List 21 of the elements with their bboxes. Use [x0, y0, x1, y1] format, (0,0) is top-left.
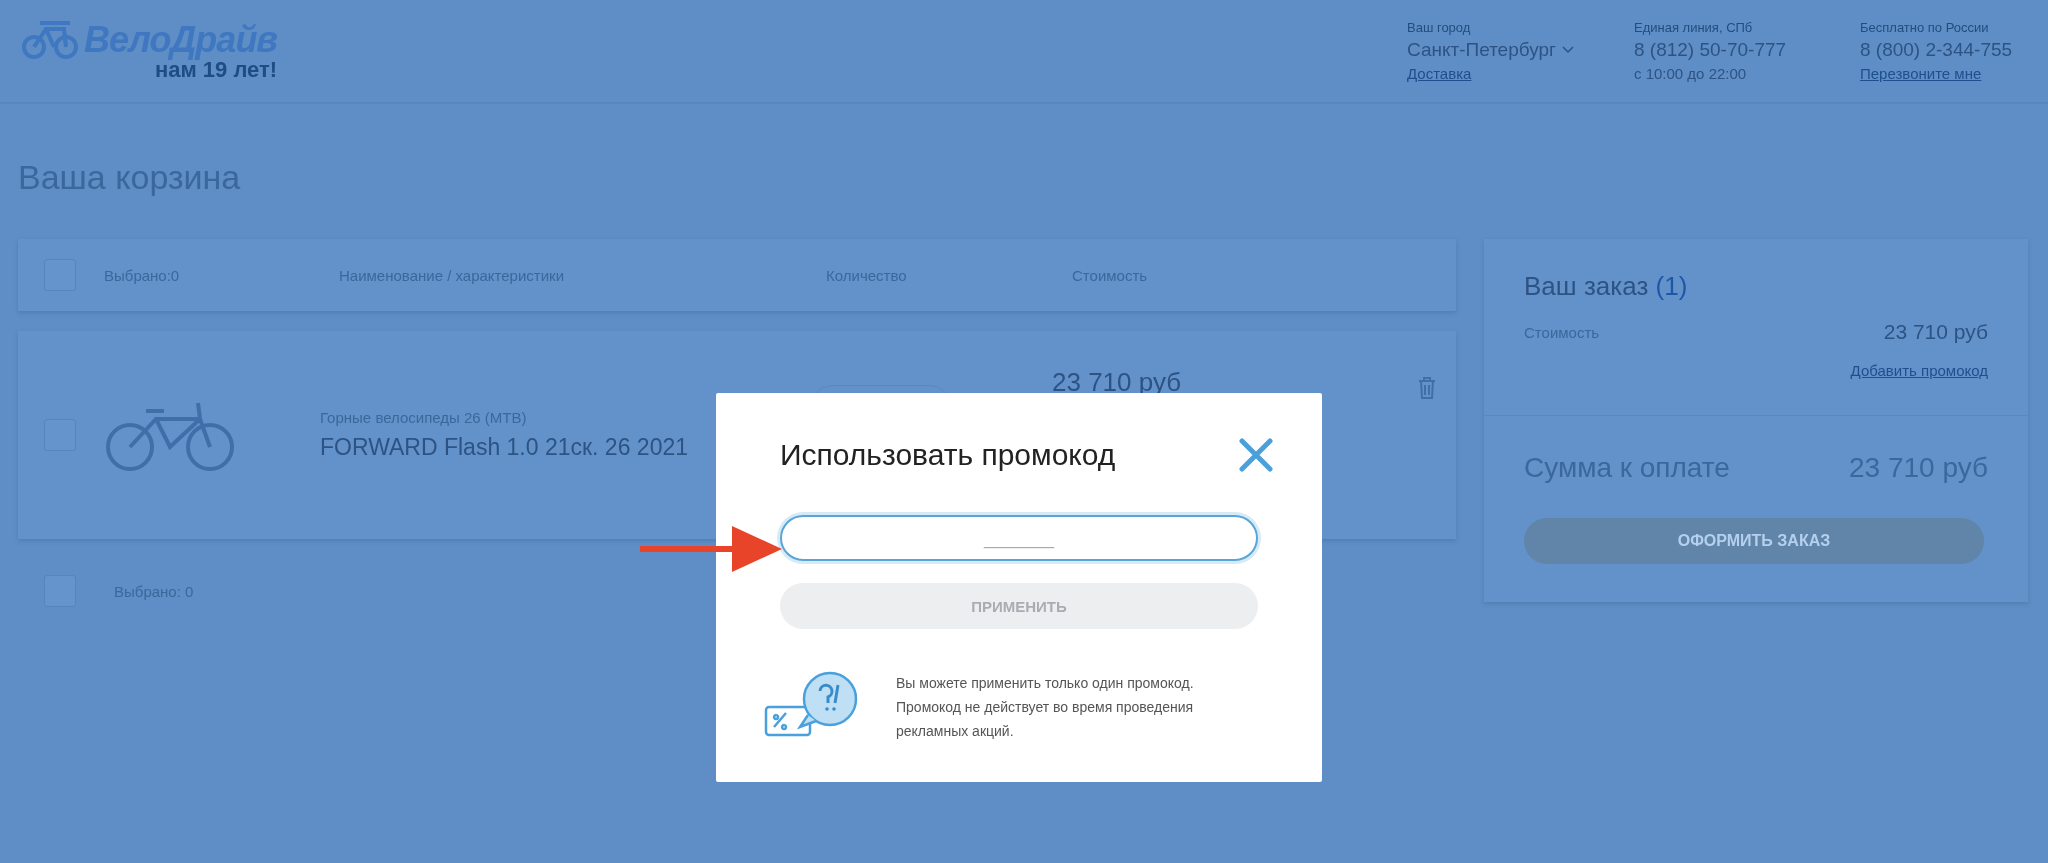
contact-label: Ваш город — [1407, 20, 1472, 35]
promo-code-field[interactable]: _______ — [780, 515, 1258, 561]
cost-value: 23 710 руб — [1883, 320, 1988, 344]
logo-tagline: нам 19 лет! — [154, 57, 278, 83]
add-promo-link[interactable]: Добавить промокод — [1850, 362, 1988, 379]
contact-label: Бесплатно по России — [1860, 20, 1990, 35]
hours-text: с 10:00 до 22:00 — [1634, 65, 1748, 82]
city-select[interactable]: Санкт-Петербург — [1407, 39, 1574, 61]
bicycle-logo-icon — [20, 21, 80, 59]
contact-link[interactable]: Перезвоните мне — [1860, 65, 2026, 82]
order-title: Ваш заказ (1) — [1524, 271, 1689, 302]
contact-link[interactable]: Доставка — [1407, 65, 1574, 82]
speech-bubble-icon — [764, 669, 860, 739]
contact-label: Единая линия, СПб — [1634, 20, 1754, 35]
promo-info-text: Вы можете применить только один промокод. Промокод не действует во время проведения рекламных акций. — [896, 674, 1195, 741]
close-button[interactable] — [1238, 437, 1274, 473]
arrow-icon — [640, 526, 782, 572]
dialog-title: Использовать промокод — [780, 438, 1116, 472]
phone-number: 8 (812) 50-70-777 — [1634, 39, 1788, 61]
phone-number: 8 (800) 2-344-755 — [1860, 39, 2014, 61]
trash-icon[interactable] — [1418, 377, 1436, 399]
